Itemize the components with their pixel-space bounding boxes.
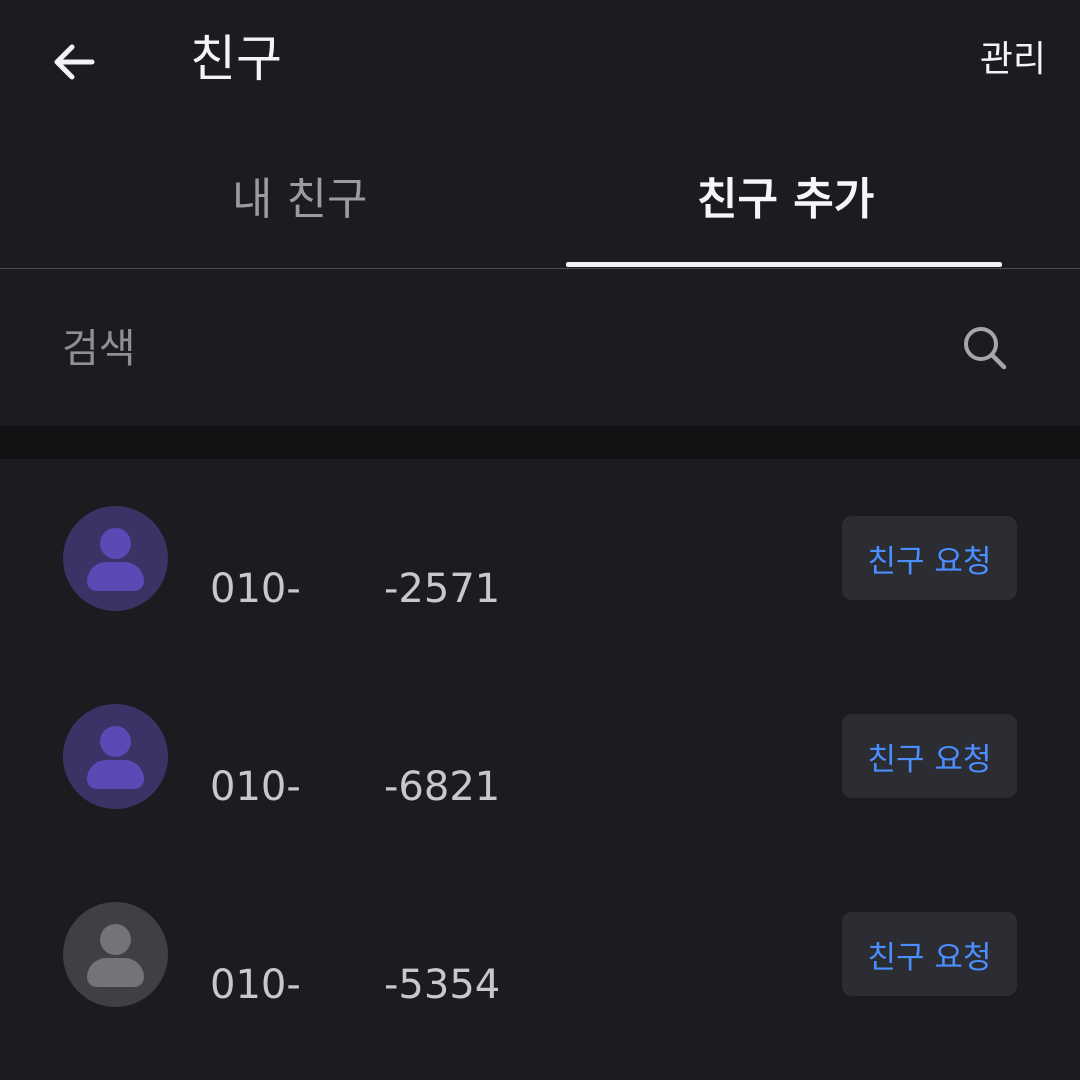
phone-suffix: -6821 <box>384 764 501 810</box>
search-input[interactable] <box>60 318 924 380</box>
phone-prefix: 010- <box>210 566 301 612</box>
list-item: 010- -6821 친구 요청 <box>0 657 1080 855</box>
header: 친구 관리 <box>0 0 1080 125</box>
list-item: 010- -2571 친구 요청 <box>0 459 1080 657</box>
phone-prefix: 010- <box>210 962 301 1008</box>
tab-my-friends[interactable]: 내 친구 <box>232 170 367 230</box>
friends-screen: 친구 관리 내 친구 친구 추가 010- -2571 친구 요청 <box>0 0 1080 1080</box>
search-bar <box>0 268 1080 426</box>
section-divider <box>0 426 1080 459</box>
avatar <box>63 902 168 1007</box>
friend-suggestion-list: 010- -2571 친구 요청 010- -6821 친구 요청 010- -… <box>0 459 1080 1053</box>
tab-add-friend[interactable]: 친구 추가 <box>697 170 874 230</box>
phone-suffix: -2571 <box>384 566 501 612</box>
page-title: 친구 <box>190 30 282 88</box>
phone-number: 010- -2571 <box>210 564 540 614</box>
phone-prefix: 010- <box>210 764 301 810</box>
tab-bar: 내 친구 친구 추가 <box>0 140 1080 269</box>
phone-number: 010- -5354 <box>210 960 540 1010</box>
avatar <box>63 704 168 809</box>
active-tab-indicator <box>566 262 1002 267</box>
manage-button[interactable]: 관리 <box>980 38 1046 82</box>
friend-request-button[interactable]: 친구 요청 <box>842 714 1017 798</box>
friend-request-button[interactable]: 친구 요청 <box>842 912 1017 996</box>
back-arrow-icon <box>54 44 95 80</box>
back-button[interactable] <box>48 36 100 88</box>
search-icon[interactable] <box>960 323 1010 373</box>
avatar <box>63 506 168 611</box>
list-item: 010- -5354 친구 요청 <box>0 855 1080 1053</box>
friend-request-button[interactable]: 친구 요청 <box>842 516 1017 600</box>
phone-number: 010- -6821 <box>210 762 540 812</box>
phone-suffix: -5354 <box>384 962 501 1008</box>
